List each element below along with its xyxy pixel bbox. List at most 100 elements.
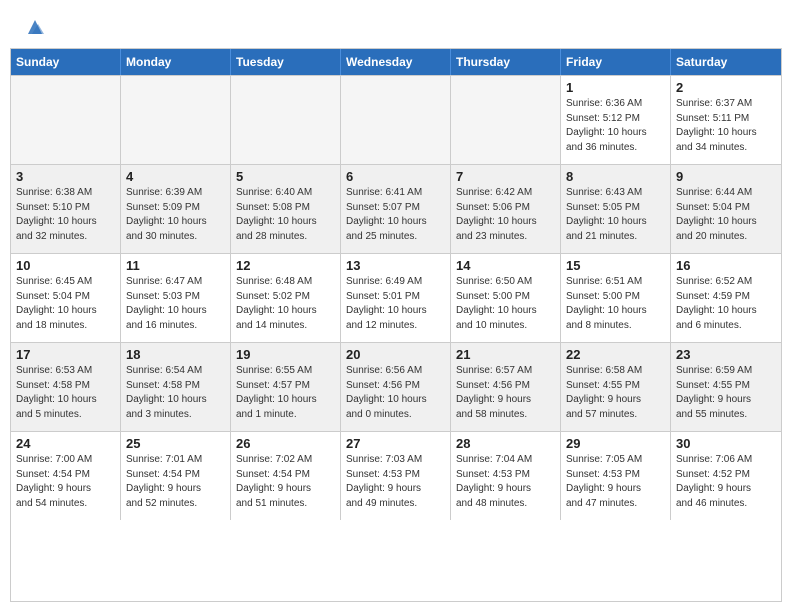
day-info: Sunrise: 6:52 AMSunset: 4:59 PMDaylight:… bbox=[676, 275, 776, 333]
calendar-day-cell: 23Sunrise: 6:59 AMSunset: 4:55 PMDayligh… bbox=[671, 343, 781, 431]
day-info: Sunrise: 7:03 AMSunset: 4:53 PMDaylight:… bbox=[346, 453, 445, 511]
calendar-day-cell: 18 Sunrise: 6:54 AMSunset: 4:58 PMDayligh… bbox=[121, 343, 231, 431]
calendar-day-cell bbox=[451, 76, 561, 164]
day-number: 21 bbox=[456, 347, 555, 362]
calendar-day-cell: 19 Sunrise: 6:55 AMSunset: 4:57 PMDayligh… bbox=[231, 343, 341, 431]
calendar-day-cell: 3Sunrise: 6:38 AMSunset: 5:10 PMDaylight… bbox=[11, 165, 121, 253]
day-number: 14 bbox=[456, 258, 555, 273]
calendar-day-cell: 12 Sunrise: 6:48 AMSunset: 5:02 PMDayligh… bbox=[231, 254, 341, 342]
calendar-day-cell: 25 Sunrise: 7:01 AMSunset: 4:54 PMDayligh… bbox=[121, 432, 231, 520]
calendar-day-cell: 29 Sunrise: 7:05 AMSunset: 4:53 PMDayligh… bbox=[561, 432, 671, 520]
logo-icon bbox=[24, 16, 46, 38]
day-info: Sunrise: 7:01 AMSunset: 4:54 PMDaylight:… bbox=[126, 453, 225, 511]
day-number: 20 bbox=[346, 347, 445, 362]
day-info: Sunrise: 6:45 AMSunset: 5:04 PMDaylight:… bbox=[16, 275, 115, 333]
day-info: Sunrise: 7:05 AMSunset: 4:53 PMDaylight:… bbox=[566, 453, 665, 511]
calendar-header-saturday: Saturday bbox=[671, 49, 781, 75]
calendar-day-cell bbox=[231, 76, 341, 164]
day-info: Sunrise: 6:43 AMSunset: 5:05 PMDaylight:… bbox=[566, 186, 665, 244]
calendar-week-3: 10 Sunrise: 6:45 AMSunset: 5:04 PMDayligh… bbox=[11, 253, 781, 342]
day-info: Sunrise: 6:37 AMSunset: 5:11 PMDaylight:… bbox=[676, 97, 776, 155]
calendar-day-cell: 7 Sunrise: 6:42 AMSunset: 5:06 PMDaylight… bbox=[451, 165, 561, 253]
day-info: Sunrise: 6:58 AMSunset: 4:55 PMDaylight:… bbox=[566, 364, 665, 422]
day-info: Sunrise: 6:38 AMSunset: 5:10 PMDaylight:… bbox=[16, 186, 115, 244]
day-number: 27 bbox=[346, 436, 445, 451]
calendar-day-cell: 30Sunrise: 7:06 AMSunset: 4:52 PMDayligh… bbox=[671, 432, 781, 520]
day-info: Sunrise: 6:51 AMSunset: 5:00 PMDaylight:… bbox=[566, 275, 665, 333]
day-number: 16 bbox=[676, 258, 776, 273]
calendar-header-monday: Monday bbox=[121, 49, 231, 75]
calendar-day-cell: 2 Sunrise: 6:37 AMSunset: 5:11 PMDaylight… bbox=[671, 76, 781, 164]
calendar-day-cell: 16 Sunrise: 6:52 AMSunset: 4:59 PMDayligh… bbox=[671, 254, 781, 342]
day-info: Sunrise: 6:55 AMSunset: 4:57 PMDaylight:… bbox=[236, 364, 335, 422]
day-number: 19 bbox=[236, 347, 335, 362]
logo-text bbox=[22, 18, 46, 38]
calendar-day-cell: 5 Sunrise: 6:40 AMSunset: 5:08 PMDaylight… bbox=[231, 165, 341, 253]
day-number: 25 bbox=[126, 436, 225, 451]
day-info: Sunrise: 7:02 AMSunset: 4:54 PMDaylight:… bbox=[236, 453, 335, 511]
calendar: SundayMondayTuesdayWednesdayThursdayFrid… bbox=[10, 48, 782, 602]
day-number: 26 bbox=[236, 436, 335, 451]
calendar-day-cell: 17 Sunrise: 6:53 AMSunset: 4:58 PMDayligh… bbox=[11, 343, 121, 431]
day-info: Sunrise: 6:57 AMSunset: 4:56 PMDaylight:… bbox=[456, 364, 555, 422]
calendar-day-cell: 1 Sunrise: 6:36 AMSunset: 5:12 PMDaylight… bbox=[561, 76, 671, 164]
calendar-header-sunday: Sunday bbox=[11, 49, 121, 75]
calendar-day-cell bbox=[341, 76, 451, 164]
calendar-day-cell: 22 Sunrise: 6:58 AMSunset: 4:55 PMDayligh… bbox=[561, 343, 671, 431]
calendar-day-cell: 26 Sunrise: 7:02 AMSunset: 4:54 PMDayligh… bbox=[231, 432, 341, 520]
day-number: 30 bbox=[676, 436, 776, 451]
calendar-day-cell: 8 Sunrise: 6:43 AMSunset: 5:05 PMDaylight… bbox=[561, 165, 671, 253]
header bbox=[0, 0, 792, 48]
calendar-day-cell: 14 Sunrise: 6:50 AMSunset: 5:00 PMDayligh… bbox=[451, 254, 561, 342]
day-number: 1 bbox=[566, 80, 665, 95]
day-info: Sunrise: 6:53 AMSunset: 4:58 PMDaylight:… bbox=[16, 364, 115, 422]
day-info: Sunrise: 6:39 AMSunset: 5:09 PMDaylight:… bbox=[126, 186, 225, 244]
calendar-header-wednesday: Wednesday bbox=[341, 49, 451, 75]
day-number: 17 bbox=[16, 347, 115, 362]
calendar-week-5: 24Sunrise: 7:00 AMSunset: 4:54 PMDayligh… bbox=[11, 431, 781, 520]
day-number: 13 bbox=[346, 258, 445, 273]
day-info: Sunrise: 6:42 AMSunset: 5:06 PMDaylight:… bbox=[456, 186, 555, 244]
day-number: 2 bbox=[676, 80, 776, 95]
calendar-header-friday: Friday bbox=[561, 49, 671, 75]
calendar-day-cell: 4 Sunrise: 6:39 AMSunset: 5:09 PMDaylight… bbox=[121, 165, 231, 253]
calendar-day-cell: 28 Sunrise: 7:04 AMSunset: 4:53 PMDayligh… bbox=[451, 432, 561, 520]
calendar-header-thursday: Thursday bbox=[451, 49, 561, 75]
calendar-week-2: 3Sunrise: 6:38 AMSunset: 5:10 PMDaylight… bbox=[11, 164, 781, 253]
day-info: Sunrise: 6:50 AMSunset: 5:00 PMDaylight:… bbox=[456, 275, 555, 333]
calendar-day-cell bbox=[121, 76, 231, 164]
page: SundayMondayTuesdayWednesdayThursdayFrid… bbox=[0, 0, 792, 612]
calendar-day-cell: 9Sunrise: 6:44 AMSunset: 5:04 PMDaylight… bbox=[671, 165, 781, 253]
calendar-day-cell: 24Sunrise: 7:00 AMSunset: 4:54 PMDayligh… bbox=[11, 432, 121, 520]
day-number: 18 bbox=[126, 347, 225, 362]
calendar-day-cell: 15Sunrise: 6:51 AMSunset: 5:00 PMDayligh… bbox=[561, 254, 671, 342]
day-number: 7 bbox=[456, 169, 555, 184]
calendar-day-cell: 6 Sunrise: 6:41 AMSunset: 5:07 PMDaylight… bbox=[341, 165, 451, 253]
day-info: Sunrise: 7:04 AMSunset: 4:53 PMDaylight:… bbox=[456, 453, 555, 511]
day-info: Sunrise: 6:36 AMSunset: 5:12 PMDaylight:… bbox=[566, 97, 665, 155]
day-number: 8 bbox=[566, 169, 665, 184]
day-info: Sunrise: 6:48 AMSunset: 5:02 PMDaylight:… bbox=[236, 275, 335, 333]
day-number: 29 bbox=[566, 436, 665, 451]
day-info: Sunrise: 6:41 AMSunset: 5:07 PMDaylight:… bbox=[346, 186, 445, 244]
day-info: Sunrise: 6:54 AMSunset: 4:58 PMDaylight:… bbox=[126, 364, 225, 422]
calendar-body: 1 Sunrise: 6:36 AMSunset: 5:12 PMDaylight… bbox=[11, 75, 781, 520]
day-number: 28 bbox=[456, 436, 555, 451]
day-number: 6 bbox=[346, 169, 445, 184]
day-number: 11 bbox=[126, 258, 225, 273]
calendar-day-cell: 21 Sunrise: 6:57 AMSunset: 4:56 PMDayligh… bbox=[451, 343, 561, 431]
day-number: 10 bbox=[16, 258, 115, 273]
day-number: 23 bbox=[676, 347, 776, 362]
day-number: 12 bbox=[236, 258, 335, 273]
calendar-day-cell: 27 Sunrise: 7:03 AMSunset: 4:53 PMDayligh… bbox=[341, 432, 451, 520]
calendar-day-cell: 13Sunrise: 6:49 AMSunset: 5:01 PMDayligh… bbox=[341, 254, 451, 342]
day-info: Sunrise: 6:47 AMSunset: 5:03 PMDaylight:… bbox=[126, 275, 225, 333]
day-number: 24 bbox=[16, 436, 115, 451]
day-number: 5 bbox=[236, 169, 335, 184]
day-number: 9 bbox=[676, 169, 776, 184]
calendar-header-row: SundayMondayTuesdayWednesdayThursdayFrid… bbox=[11, 49, 781, 75]
calendar-week-4: 17 Sunrise: 6:53 AMSunset: 4:58 PMDayligh… bbox=[11, 342, 781, 431]
day-number: 22 bbox=[566, 347, 665, 362]
day-info: Sunrise: 6:40 AMSunset: 5:08 PMDaylight:… bbox=[236, 186, 335, 244]
day-number: 4 bbox=[126, 169, 225, 184]
